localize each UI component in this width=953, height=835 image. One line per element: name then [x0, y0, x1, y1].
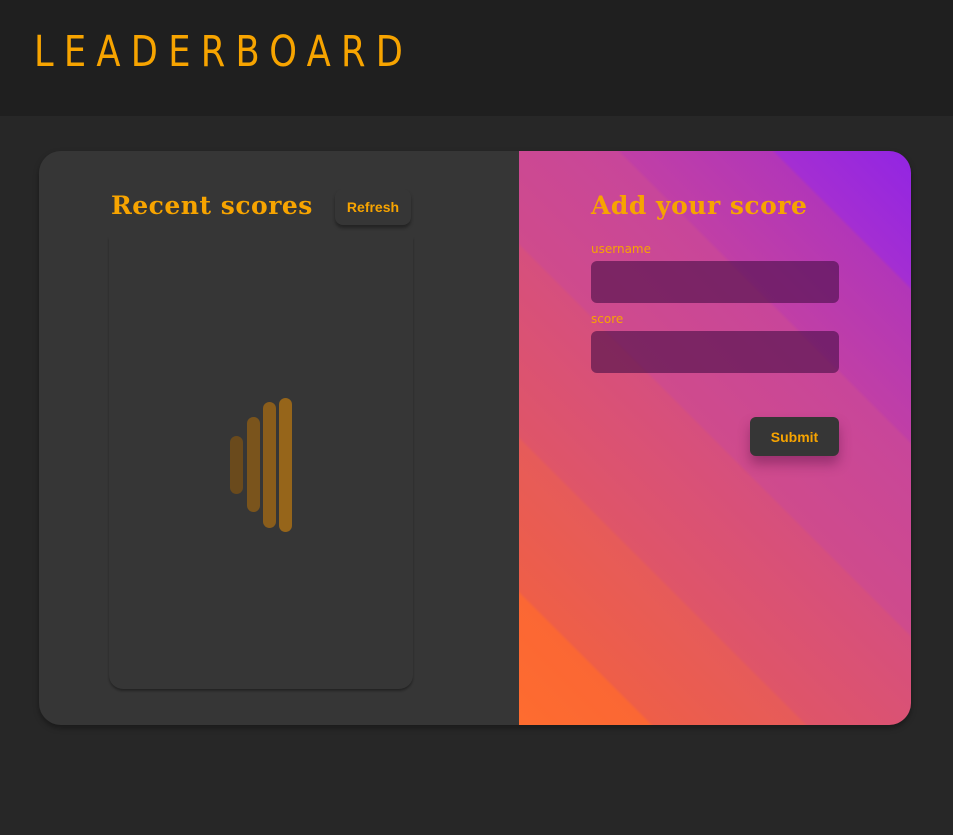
username-label: username: [591, 242, 651, 256]
refresh-button[interactable]: Refresh: [335, 189, 411, 225]
submit-button[interactable]: Submit: [750, 417, 839, 456]
score-input[interactable]: [591, 331, 839, 373]
add-score-panel: Add your score username score Submit: [519, 151, 911, 725]
leaderboard-card: Recent scores Refresh Add your score use…: [39, 151, 911, 725]
top-header: LEADERBOARD: [0, 0, 953, 116]
recent-scores-panel: Recent scores Refresh: [39, 151, 519, 725]
score-label: score: [591, 312, 624, 326]
loader-bar: [279, 398, 292, 532]
loader-bar: [247, 417, 260, 512]
username-input[interactable]: [591, 261, 839, 303]
recent-scores-title: Recent scores: [111, 191, 313, 220]
scores-list: [109, 237, 413, 689]
loader-bar: [263, 402, 276, 528]
loader-bar: [230, 436, 243, 494]
app-logo: LEADERBOARD: [34, 27, 414, 77]
add-score-title: Add your score: [591, 191, 808, 220]
